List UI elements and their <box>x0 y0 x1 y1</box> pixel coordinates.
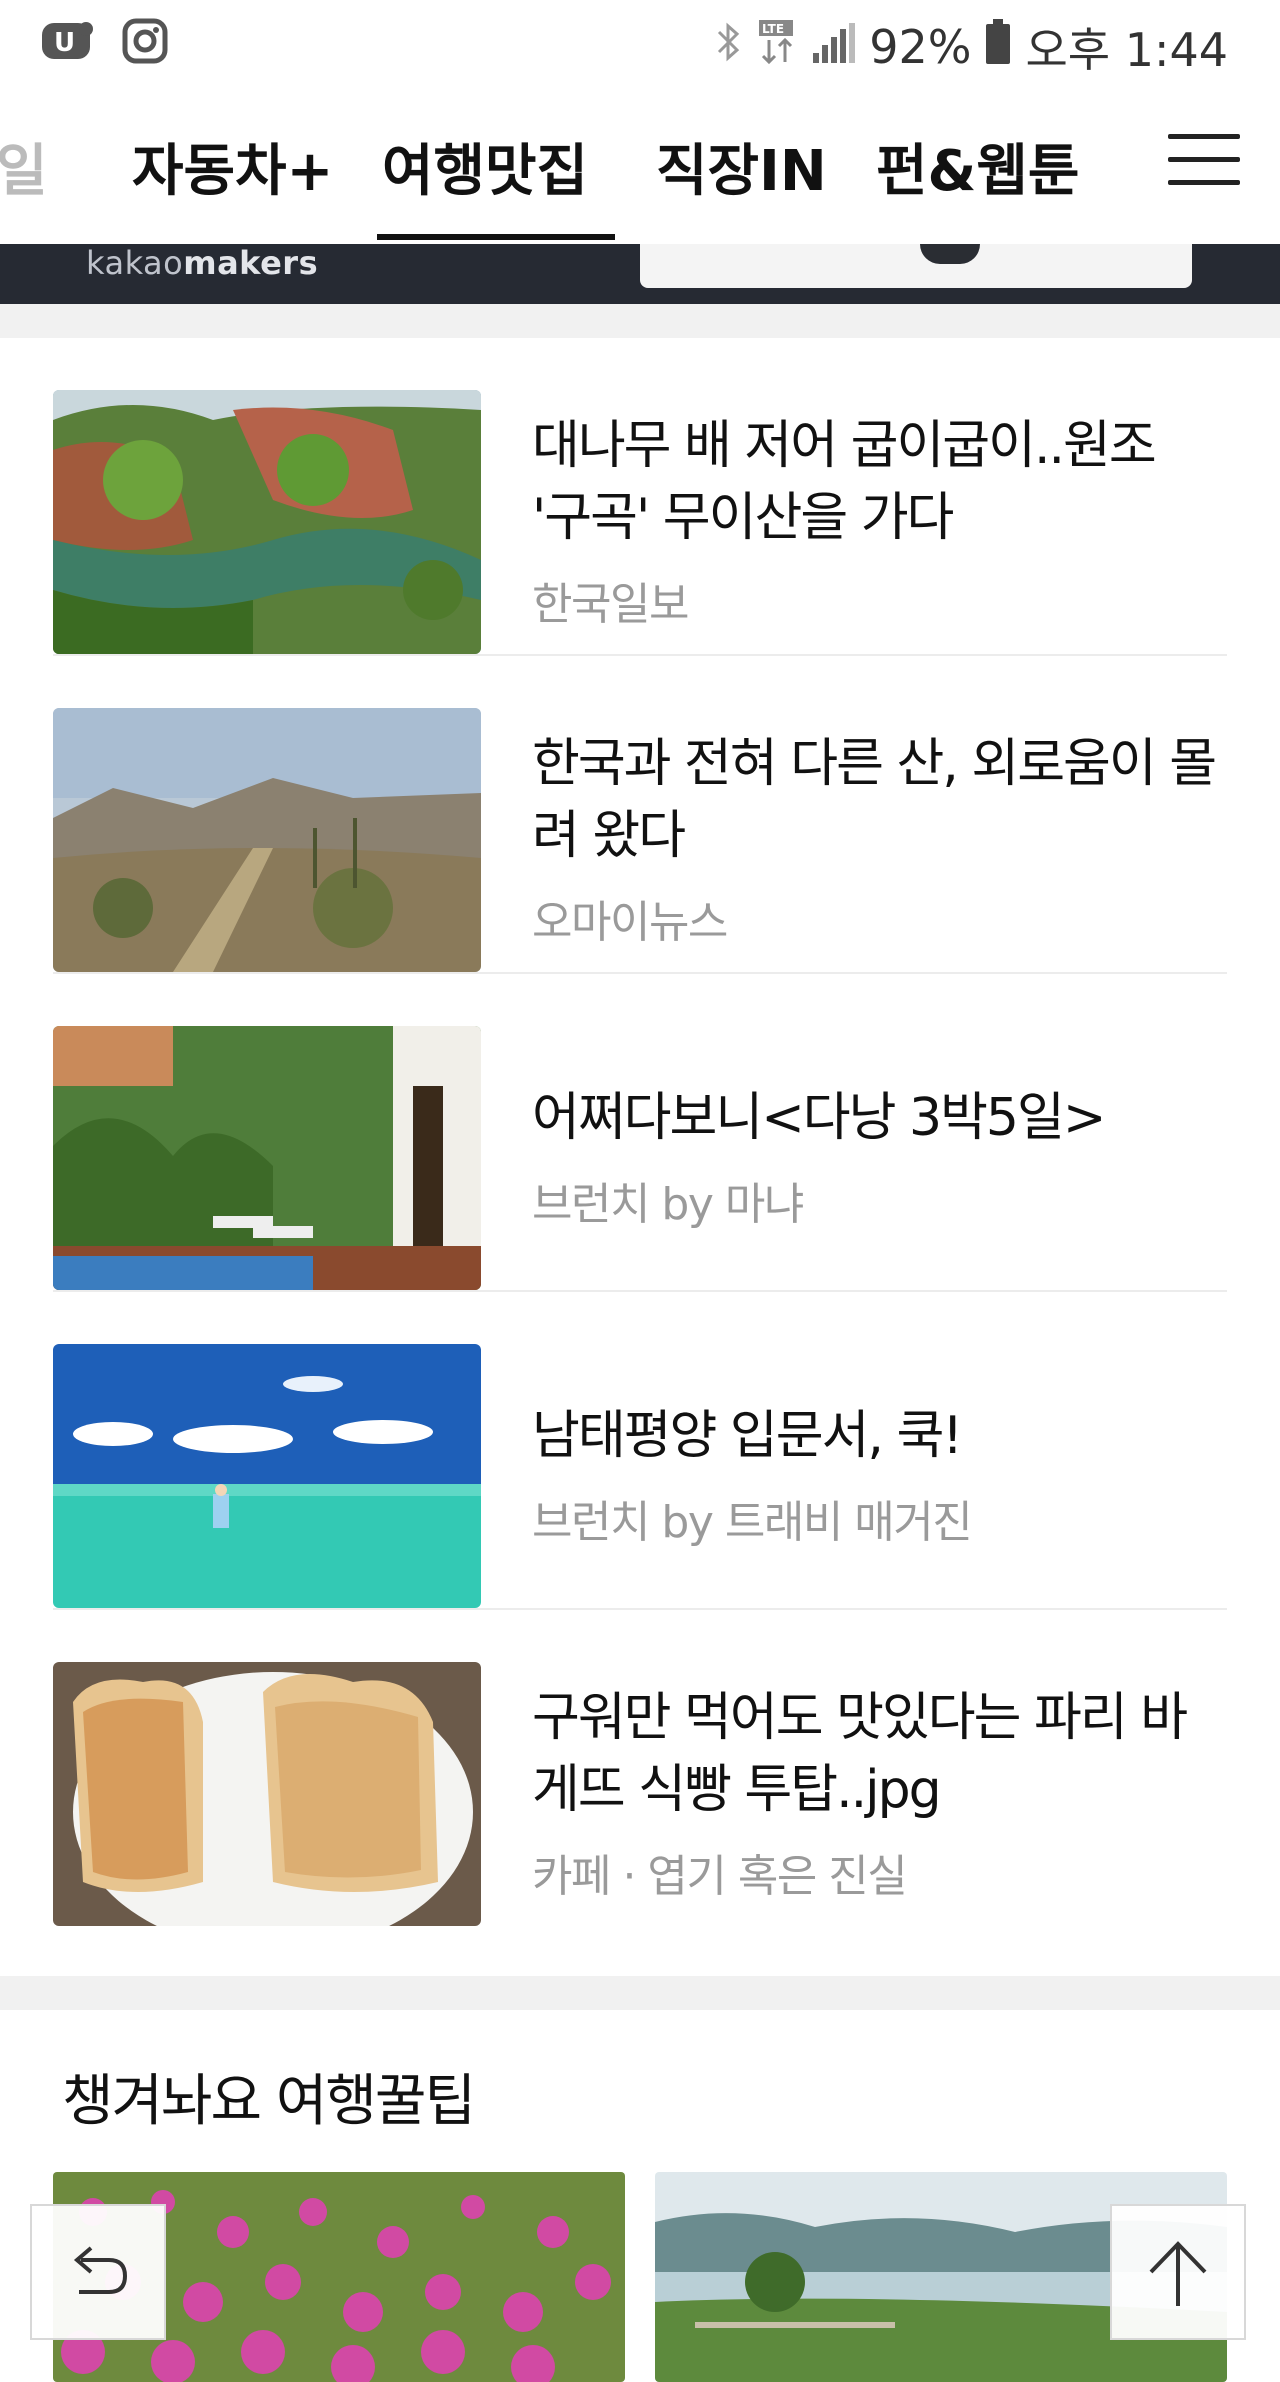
article-title: 남태평양 입문서, 쿡! <box>532 1406 963 1466</box>
instagram-icon <box>122 18 168 68</box>
article-source: 한국일보 <box>532 579 689 630</box>
bluetooth-icon <box>715 20 743 75</box>
battery-icon <box>985 18 1011 76</box>
battery-percent: 92% <box>869 20 972 74</box>
svg-text:LTE: LTE <box>762 22 784 36</box>
back-arrow-icon <box>73 2246 128 2294</box>
section-divider <box>0 1976 1280 2010</box>
banner-image <box>640 244 1192 288</box>
article-thumbnail <box>53 1662 481 1926</box>
tab-car[interactable]: 자동차+ <box>132 126 333 207</box>
article-item[interactable]: 어쩌다보니<다낭 3박5일> 브런치 by 마냐 <box>53 974 1227 1292</box>
tab-partial[interactable]: 일 <box>0 126 48 207</box>
active-tab-indicator <box>377 234 615 240</box>
up-arrow-icon <box>1149 2241 1207 2306</box>
article-item[interactable]: 한국과 전혀 다른 산, 외로움이 몰려 왔다 오마이뉴스 <box>53 656 1227 974</box>
article-item[interactable]: 남태평양 입문서, 쿡! 브런치 by 트래비 매거진 <box>53 1292 1227 1610</box>
hamburger-menu-icon[interactable] <box>1168 134 1240 186</box>
lte-icon: LTE <box>757 18 797 77</box>
article-source: 브런치 by 트래비 매거진 <box>532 1497 973 1548</box>
tab-work[interactable]: 직장IN <box>656 126 827 207</box>
article-title: 한국과 전혀 다른 산, 외로움이 몰려 왔다 <box>532 734 1217 866</box>
article-thumbnail <box>53 1344 481 1608</box>
article-source: 브런치 by 마냐 <box>532 1179 804 1230</box>
tab-travel-food[interactable]: 여행맛집 <box>382 126 588 207</box>
signal-icon <box>811 20 856 74</box>
banner-brand: kakaomakers <box>86 244 319 282</box>
section-title: 챙겨놔요 여행꿀팁 <box>62 2069 476 2134</box>
article-item[interactable]: 구워만 먹어도 맛있다는 파리 바게뜨 식빵 투탑..jpg 카페 · 엽기 혹… <box>53 1610 1227 1928</box>
article-source: 오마이뉴스 <box>532 897 728 948</box>
article-title: 대나무 배 저어 굽이굽이..원조 '구곡' 무이산을 가다 <box>532 416 1157 548</box>
back-button[interactable] <box>30 2204 166 2340</box>
article-source: 카페 · 엽기 혹은 진실 <box>532 1851 908 1902</box>
article-thumbnail <box>53 1026 481 1290</box>
section-divider <box>0 304 1280 338</box>
article-thumbnail <box>53 390 481 654</box>
scroll-top-button[interactable] <box>1110 2204 1246 2340</box>
svg-text:U: U <box>54 28 75 58</box>
article-item[interactable]: 대나무 배 저어 굽이굽이..원조 '구곡' 무이산을 가다 한국일보 <box>53 338 1227 656</box>
tab-fun-webtoon[interactable]: 펀&웹툰 <box>876 126 1079 207</box>
category-tab-bar: 일 자동차+ 여행맛집 직장IN 펀&웹툰 <box>0 86 1280 246</box>
clock: 오후 1:44 <box>1025 23 1228 77</box>
article-thumbnail <box>53 708 481 972</box>
article-title: 어쩌다보니<다낭 3박5일> <box>532 1088 1106 1148</box>
kakaomakers-banner[interactable]: kakaomakers <box>0 244 1280 304</box>
status-bar: U LTE 92% 오후 1:44 <box>0 0 1280 86</box>
article-title: 구워만 먹어도 맛있다는 파리 바게뜨 식빵 투탑..jpg <box>532 1688 1188 1820</box>
uplus-app-icon: U <box>40 19 96 67</box>
